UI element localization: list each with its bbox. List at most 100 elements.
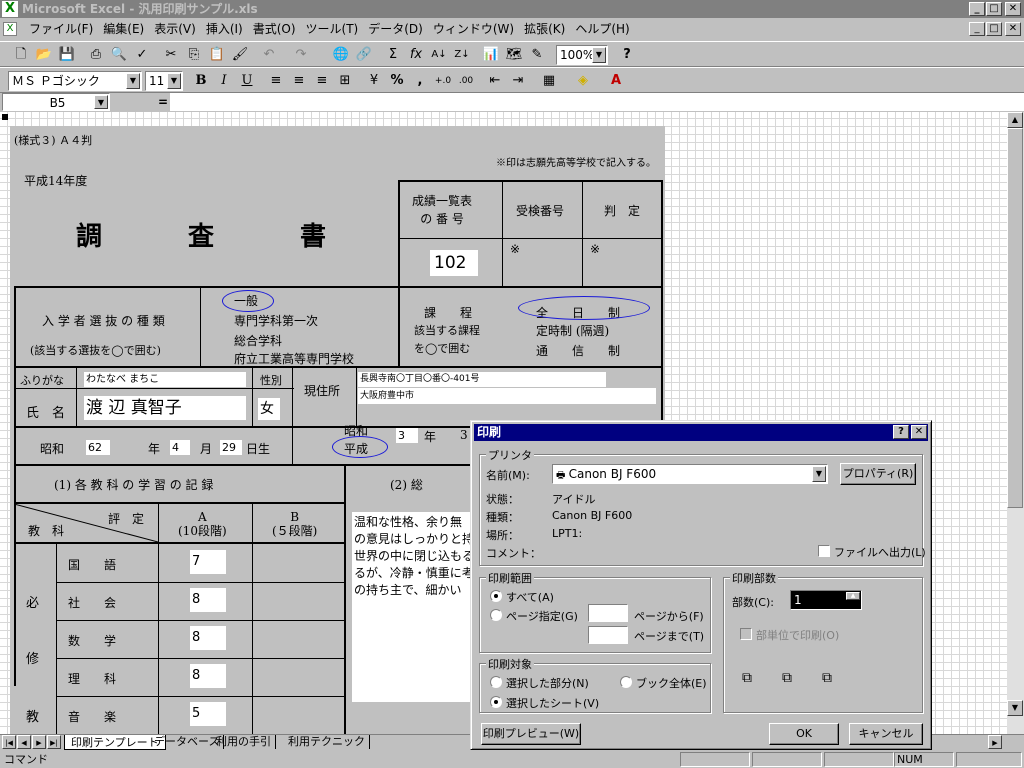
undo-icon[interactable]: ↶ <box>258 44 280 66</box>
menu-tools[interactable]: ツール(T) <box>301 19 364 39</box>
font-name-dropdown[interactable]: ＭＳ Ｐゴシック ▼ <box>8 71 142 91</box>
to-page-spinner[interactable] <box>588 626 628 644</box>
underline-button[interactable]: U <box>236 70 258 92</box>
increase-decimal-icon[interactable]: +.0 <box>432 70 454 92</box>
subject-grade-a[interactable]: 5 <box>190 702 226 726</box>
open-icon[interactable]: 📂 <box>33 44 55 66</box>
birth-day[interactable]: 29 <box>220 440 242 455</box>
align-center-icon[interactable]: ≡ <box>288 70 310 92</box>
menu-window[interactable]: ウィンドウ(W) <box>428 19 519 39</box>
tab-first-icon[interactable]: |◀ <box>2 735 16 749</box>
autosum-icon[interactable]: Σ <box>382 44 404 66</box>
subject-grade-a[interactable]: 7 <box>190 550 226 574</box>
collate-checkbox[interactable] <box>740 628 752 640</box>
scroll-up-icon[interactable]: ▲ <box>1007 112 1023 128</box>
shimei-value[interactable]: 渡 辺 真智子 <box>84 396 246 420</box>
copies-input[interactable]: 1 ▲ <box>790 590 862 610</box>
menu-extend[interactable]: 拡張(K) <box>519 19 570 39</box>
range-all-radio[interactable] <box>490 590 502 602</box>
save-icon[interactable]: 💾 <box>56 44 78 66</box>
doc-restore-button[interactable]: □ <box>986 22 1002 36</box>
align-right-icon[interactable]: ≡ <box>311 70 333 92</box>
function-icon[interactable]: fx <box>405 44 427 66</box>
new-icon[interactable]: 🗋 <box>10 44 32 66</box>
hyperlink-icon[interactable]: 🔗 <box>353 44 375 66</box>
print-icon[interactable]: ⎙ <box>85 44 107 66</box>
font-color-icon[interactable]: A <box>605 70 627 92</box>
from-page-spinner[interactable] <box>588 604 628 622</box>
doc-minimize-button[interactable]: _ <box>969 22 985 36</box>
selection-radio[interactable] <box>490 676 502 688</box>
birth-year[interactable]: 62 <box>86 440 110 455</box>
comment-box[interactable]: 温和な性格、余り無 の意見はしっかりと持 世界の中に閉じ込もる るが、冷静・慎重… <box>352 512 476 702</box>
preview-button[interactable]: 印刷プレビュー(W) <box>481 723 581 745</box>
menu-format[interactable]: 書式(O) <box>248 19 301 39</box>
scroll-thumb[interactable] <box>1007 128 1023 508</box>
select-all-corner[interactable] <box>2 114 8 120</box>
copy-icon[interactable]: ⎘ <box>183 44 205 66</box>
hscroll-right-icon[interactable]: ▶ <box>988 735 1002 749</box>
format-painter-icon[interactable]: 🖌 <box>229 44 251 66</box>
spin-up-icon[interactable]: ▲ <box>846 592 860 600</box>
web-icon[interactable]: 🌐 <box>330 44 352 66</box>
percent-button[interactable]: % <box>386 70 408 92</box>
doc-close-button[interactable]: ✕ <box>1005 22 1021 36</box>
name-box[interactable]: B5 ▼ <box>2 93 110 111</box>
drawing-icon[interactable]: ✎ <box>526 44 548 66</box>
cancel-button[interactable]: キャンセル <box>849 723 923 745</box>
grad-year[interactable]: 3 <box>396 428 418 443</box>
vertical-scrollbar[interactable]: ▲ ▼ <box>1007 112 1024 734</box>
spellcheck-icon[interactable]: ✓ <box>131 44 153 66</box>
workbook-radio[interactable] <box>620 676 632 688</box>
help-icon[interactable]: ? <box>616 44 638 66</box>
sort-asc-icon[interactable]: A↓ <box>428 44 450 66</box>
dialog-close-button[interactable]: ✕ <box>911 425 927 439</box>
to-file-checkbox[interactable] <box>818 545 830 557</box>
comma-button[interactable]: , <box>409 70 431 92</box>
range-pages-radio[interactable] <box>490 609 502 621</box>
map-icon[interactable]: 🗺 <box>503 44 525 66</box>
borders-icon[interactable]: ▦ <box>538 70 560 92</box>
menu-help[interactable]: ヘルプ(H) <box>570 19 634 39</box>
sex-value[interactable]: 女 <box>258 398 280 420</box>
print-preview-icon[interactable]: 🔍 <box>108 44 130 66</box>
decrease-decimal-icon[interactable]: .00 <box>455 70 477 92</box>
close-button[interactable]: ✕ <box>1005 2 1021 16</box>
ok-button[interactable]: OK <box>769 723 839 745</box>
dialog-help-button[interactable]: ? <box>893 425 909 439</box>
increase-indent-icon[interactable]: ⇥ <box>507 70 529 92</box>
currency-icon[interactable]: ¥ <box>363 70 385 92</box>
tab-techniques[interactable]: 利用テクニック <box>284 735 370 749</box>
formula-equals[interactable]: = <box>158 95 168 109</box>
subject-grade-a[interactable]: 8 <box>190 588 226 612</box>
birth-month[interactable]: 4 <box>170 440 190 455</box>
menu-edit[interactable]: 編集(E) <box>98 19 149 39</box>
seiseki-number[interactable]: 102 <box>430 250 478 276</box>
workbook-icon[interactable]: X <box>3 22 17 36</box>
maximize-button[interactable]: □ <box>986 2 1002 16</box>
tab-prev-icon[interactable]: ◀ <box>17 735 31 749</box>
subject-grade-a[interactable]: 8 <box>190 664 226 688</box>
address-line2[interactable]: 大阪府豊中市 <box>358 388 656 404</box>
tab-last-icon[interactable]: ▶| <box>47 735 61 749</box>
minimize-button[interactable]: _ <box>969 2 985 16</box>
printer-select[interactable]: 🖶 Canon BJ F600 ▼ <box>552 464 828 484</box>
formula-input[interactable] <box>170 93 1024 111</box>
align-left-icon[interactable]: ≡ <box>265 70 287 92</box>
font-size-dropdown[interactable]: 11 ▼ <box>145 71 183 91</box>
menu-file[interactable]: ファイル(F) <box>24 19 98 39</box>
menu-data[interactable]: データ(D) <box>363 19 428 39</box>
cut-icon[interactable]: ✂ <box>160 44 182 66</box>
furigana-value[interactable]: わたなべ まちこ <box>84 372 246 387</box>
menu-insert[interactable]: 挿入(I) <box>201 19 248 39</box>
sheets-radio[interactable] <box>490 696 502 708</box>
merge-center-icon[interactable]: ⊞ <box>334 70 356 92</box>
sort-desc-icon[interactable]: Z↓ <box>451 44 473 66</box>
address-line1[interactable]: 長興寺南〇丁目〇番〇-401号 <box>358 372 606 387</box>
scroll-down-icon[interactable]: ▼ <box>1007 700 1023 716</box>
properties-button[interactable]: プロパティ(R) <box>840 463 916 485</box>
menu-view[interactable]: 表示(V) <box>149 19 201 39</box>
fill-color-icon[interactable]: ◈ <box>572 70 594 92</box>
paste-icon[interactable]: 📋 <box>206 44 228 66</box>
bold-button[interactable]: B <box>190 70 212 92</box>
